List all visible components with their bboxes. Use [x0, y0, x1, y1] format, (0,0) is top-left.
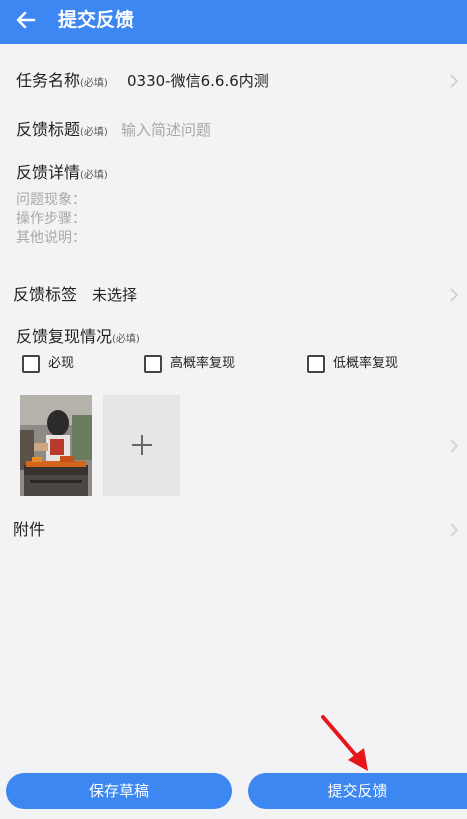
save-draft-button[interactable]: 保存草稿 [6, 773, 232, 809]
tag-label: 反馈标签 [13, 285, 78, 304]
submit-feedback-button[interactable]: 提交反馈 [248, 773, 467, 809]
feedback-title-label: 反馈标题 [16, 120, 81, 139]
checkbox-high-probability[interactable] [144, 355, 162, 373]
checkbox-always-label: 必现 [48, 356, 75, 371]
task-label: 任务名称 [16, 71, 81, 90]
details-label-group: 反馈详情(必填) [16, 162, 108, 187]
tag-value: 未选择 [92, 286, 138, 304]
attached-photo-thumbnail[interactable] [20, 395, 92, 496]
details-placeholder-line: 操作步骤： [16, 211, 86, 227]
details-placeholder-line: 问题现象： [16, 192, 86, 208]
photo-image [20, 395, 92, 496]
chevron-right-icon [450, 523, 459, 537]
page-title: 提交反馈 [58, 9, 135, 31]
reproduce-label-group: 反馈复现情况(必填) [16, 326, 140, 351]
checkbox-always[interactable] [22, 355, 40, 373]
details-required-note: (必填) [80, 170, 108, 181]
arrow-left-icon[interactable] [12, 6, 40, 34]
feedback-title-required-note: (必填) [80, 127, 108, 138]
task-value: 0330-微信6.6.6内测 [127, 72, 269, 90]
details-placeholder-line: 其他说明： [16, 230, 86, 246]
annotation-arrow-icon [321, 715, 368, 771]
reproduce-label: 反馈复现情况 [16, 327, 113, 346]
checkbox-low-probability-label: 低概率复现 [333, 356, 399, 371]
feedback-title-input[interactable]: 输入简述问题 [121, 119, 211, 141]
checkbox-low-probability[interactable] [307, 355, 325, 373]
add-image-button[interactable] [103, 395, 180, 496]
feedback-title-label-group: 反馈标题(必填) [16, 119, 108, 144]
chevron-right-icon [450, 74, 459, 88]
checkbox-high-probability-label: 高概率复现 [170, 356, 236, 371]
chevron-right-icon[interactable] [449, 438, 459, 454]
app-header: 提交反馈 [0, 0, 467, 44]
attachment-label: 附件 [13, 520, 46, 539]
chevron-right-icon [450, 288, 459, 302]
task-required-note: (必填) [80, 78, 108, 89]
details-label: 反馈详情 [16, 163, 81, 182]
task-label-group: 任务名称(必填) [16, 70, 108, 95]
reproduce-required-note: (必填) [112, 334, 140, 345]
